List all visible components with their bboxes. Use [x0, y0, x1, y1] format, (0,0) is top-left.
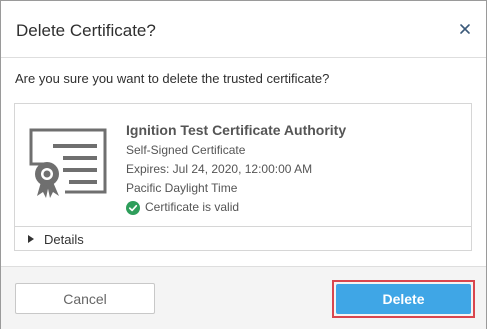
certificate-type: Self-Signed Certificate — [126, 143, 246, 157]
confirmation-message: Are you sure you want to delete the trus… — [15, 71, 330, 86]
certificate-icon — [29, 128, 107, 198]
certificate-timezone: Pacific Daylight Time — [126, 181, 238, 195]
certificate-card: Ignition Test Certificate Authority Self… — [14, 103, 472, 251]
close-icon[interactable] — [456, 20, 474, 38]
cancel-button[interactable]: Cancel — [15, 283, 155, 314]
details-label: Details — [44, 232, 84, 247]
details-toggle[interactable]: Details — [15, 226, 471, 251]
certificate-expiry: Expires: Jul 24, 2020, 12:00:00 AM — [126, 162, 313, 176]
dialog-header: Delete Certificate? — [1, 1, 486, 58]
delete-button-highlight: Delete — [332, 280, 475, 318]
check-circle-icon — [126, 200, 140, 215]
delete-button[interactable]: Delete — [336, 284, 471, 314]
certificate-info: Ignition Test Certificate Authority Self… — [126, 121, 346, 215]
caret-right-icon — [28, 235, 34, 243]
dialog-title: Delete Certificate? — [16, 21, 156, 40]
dialog-body: Are you sure you want to delete the trus… — [1, 58, 486, 266]
certificate-status-text: Certificate is valid — [145, 200, 240, 214]
dialog-footer: Cancel Delete — [1, 266, 486, 329]
certificate-name: Ignition Test Certificate Authority — [126, 122, 347, 138]
certificate-status: Certificate is valid — [126, 200, 346, 215]
delete-certificate-dialog: Delete Certificate? Are you sure you wan… — [0, 0, 487, 329]
